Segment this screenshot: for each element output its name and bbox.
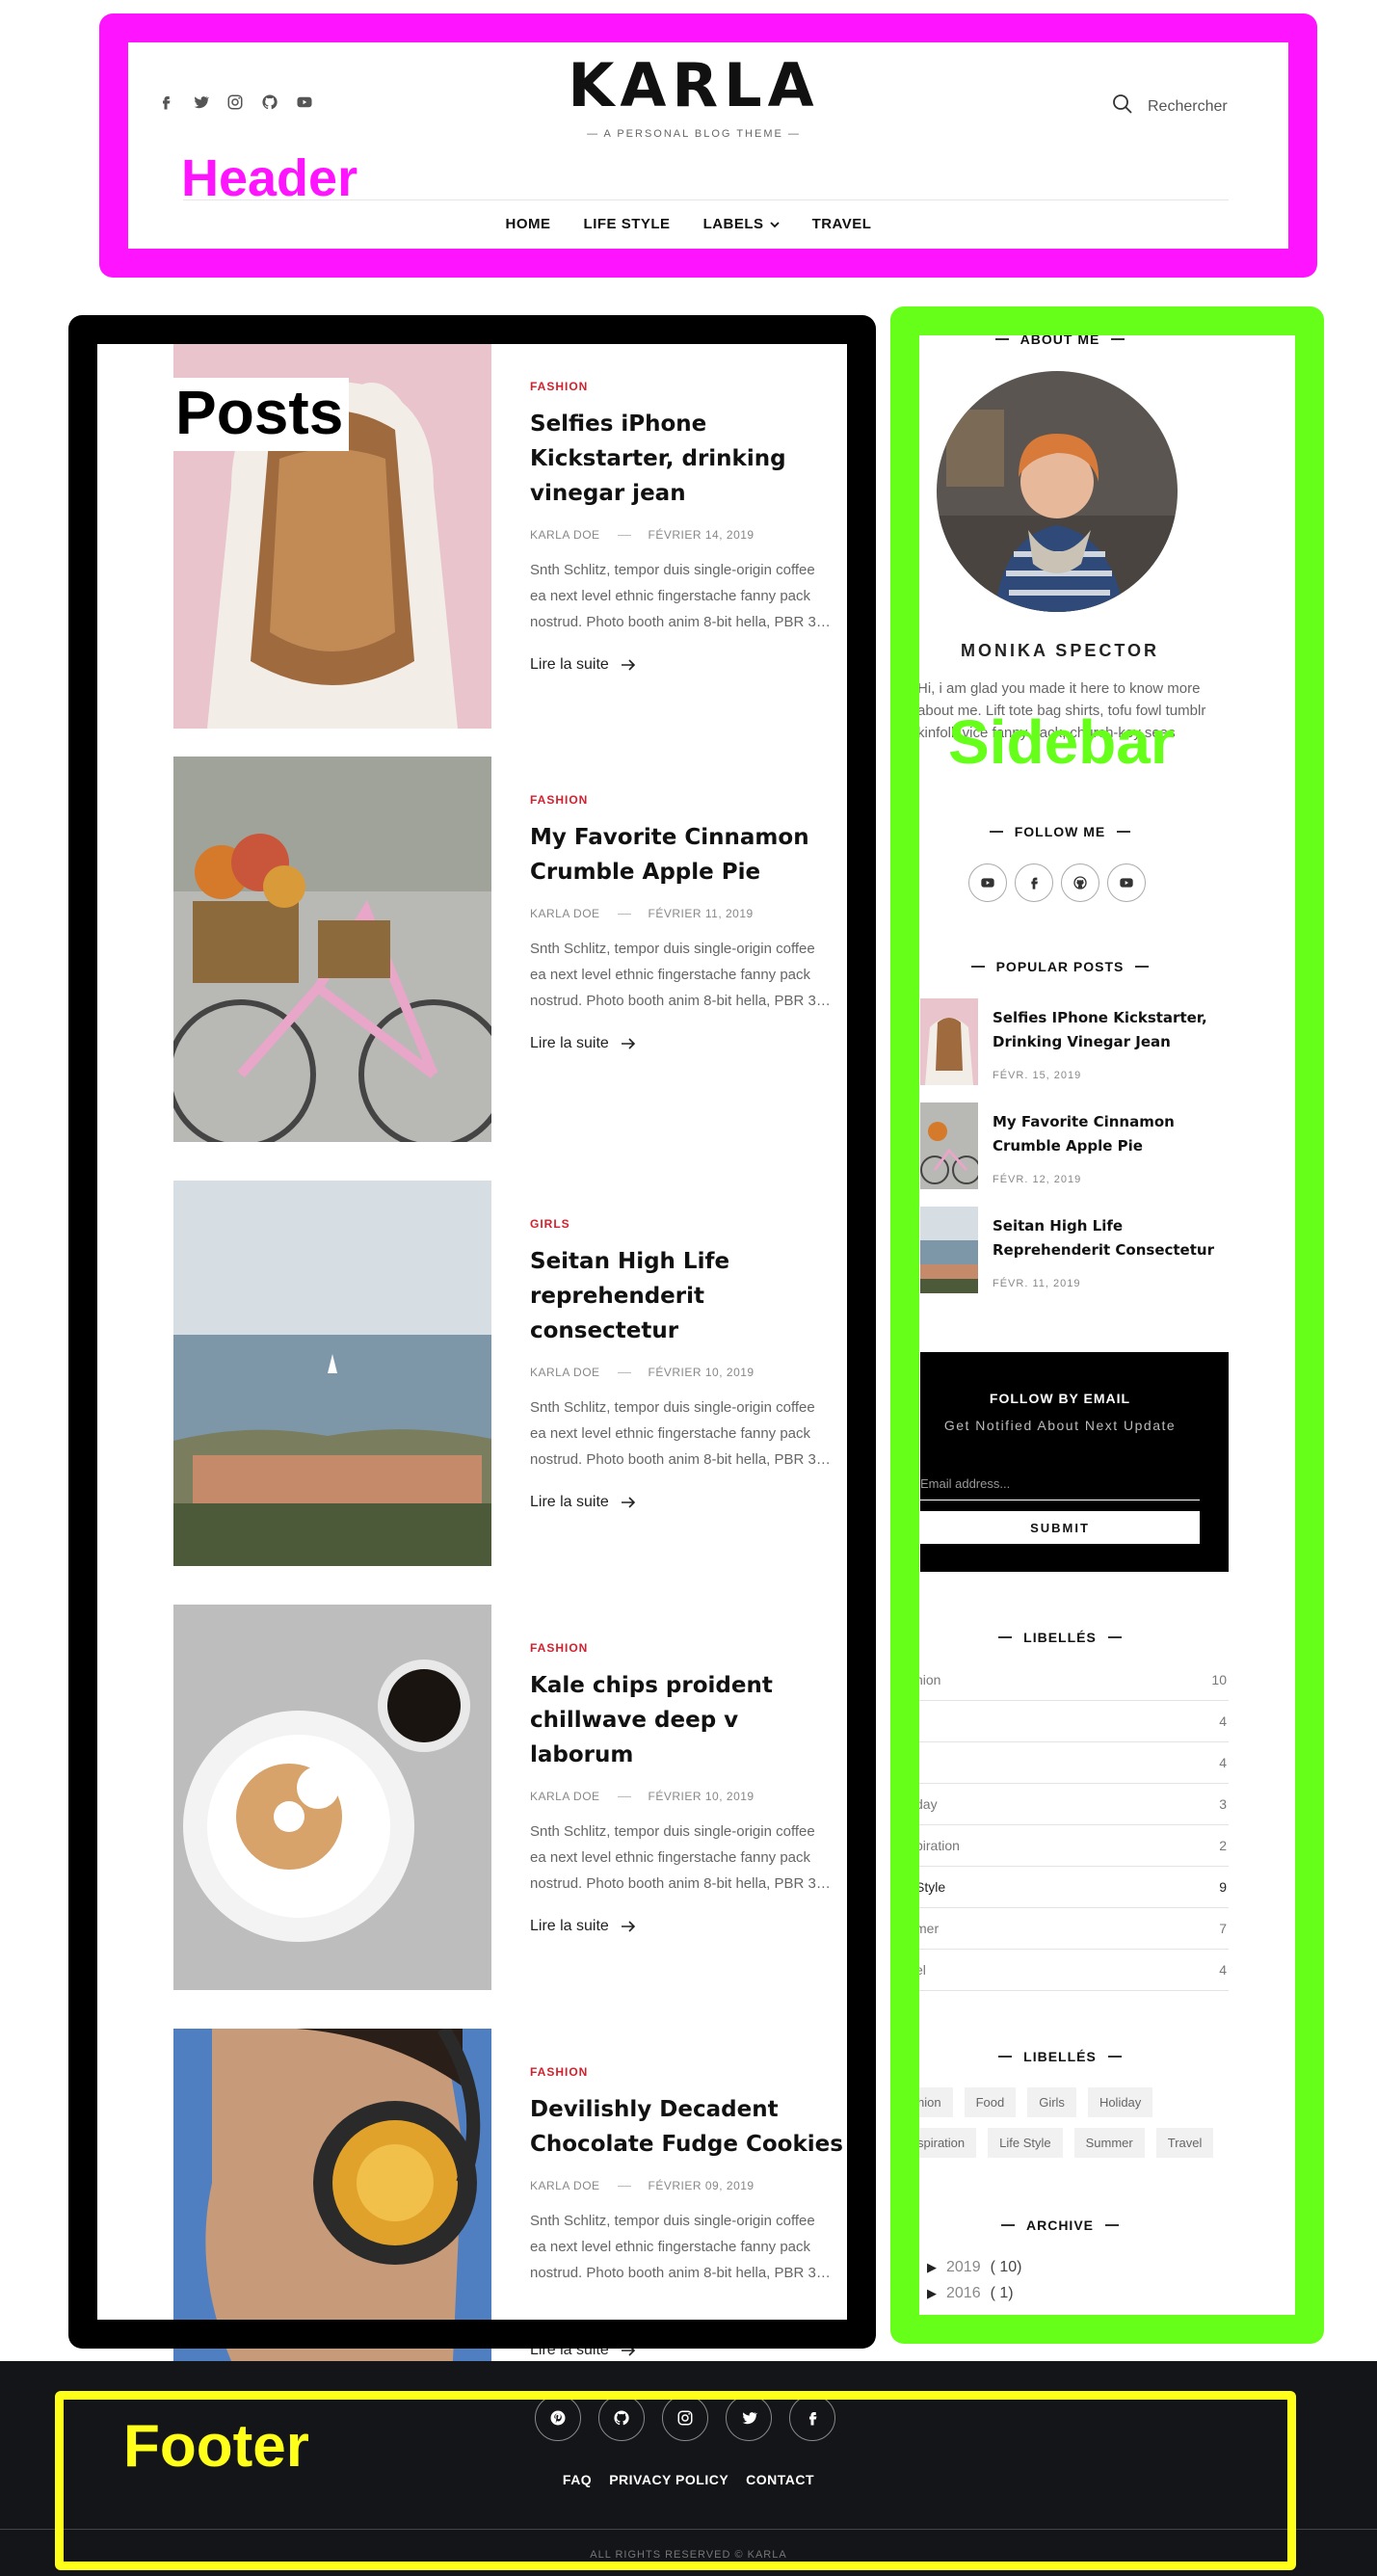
- header-annotation-label: Header: [181, 149, 358, 207]
- posts-annotation-label: Posts: [173, 378, 350, 451]
- footer-annotation-label: Footer: [123, 2413, 309, 2480]
- header-annotation-box: [99, 13, 1317, 278]
- sidebar-annotation-box: [890, 306, 1324, 2344]
- sidebar-annotation-label: Sidebar: [948, 707, 1175, 777]
- posts-annotation-box: [68, 315, 876, 2349]
